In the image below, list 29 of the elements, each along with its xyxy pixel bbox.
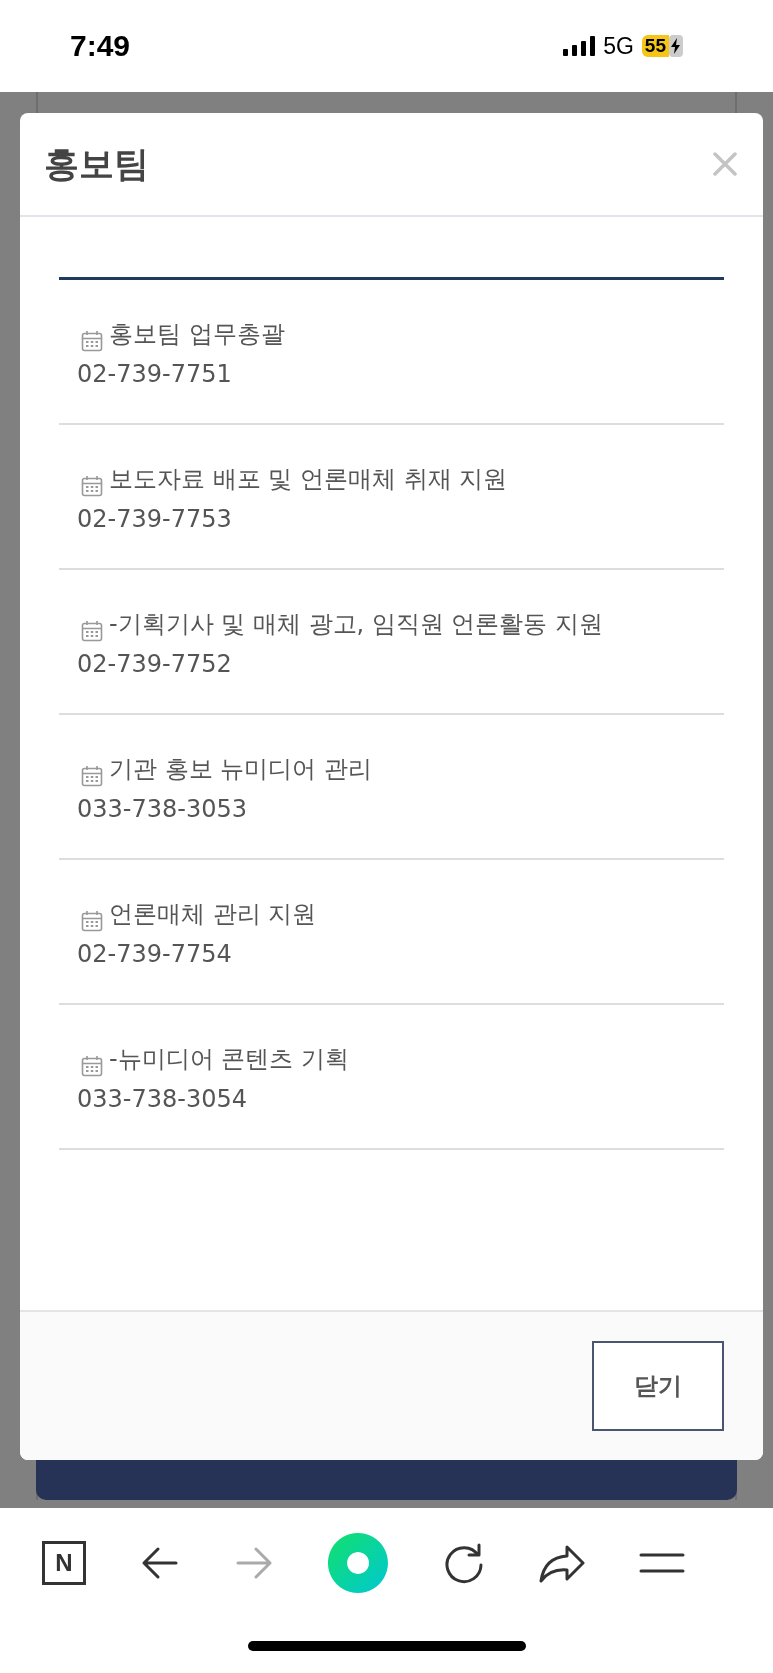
battery-indicator: 55 xyxy=(641,35,669,57)
duty-text: 홍보팀 업무총괄 xyxy=(109,319,285,350)
signal-icon xyxy=(563,36,596,56)
calendar-icon xyxy=(81,765,103,787)
calendar-icon xyxy=(81,910,103,932)
network-label: 5G xyxy=(603,32,634,60)
phone-number: 033-738-3054 xyxy=(77,1085,248,1113)
menu-icon[interactable] xyxy=(638,1553,685,1573)
calendar-icon xyxy=(81,1055,103,1077)
phone-number: 02-739-7753 xyxy=(77,505,233,533)
duty-text: 보도자료 배포 및 언론매체 취재 지원 xyxy=(109,464,508,495)
calendar-icon xyxy=(81,620,103,642)
status-time: 7:49 xyxy=(70,29,131,63)
phone-number: 033-738-3053 xyxy=(77,795,248,823)
refresh-icon[interactable] xyxy=(442,1542,485,1584)
home-button[interactable]: N xyxy=(42,1541,86,1585)
charging-icon xyxy=(669,35,685,57)
share-icon[interactable] xyxy=(538,1543,585,1583)
close-button[interactable]: 닫기 xyxy=(592,1341,724,1431)
duty-text: -뉴미디어 콘텐츠 기획 xyxy=(109,1044,349,1075)
duty-text: 기관 홍보 뉴미디어 관리 xyxy=(109,754,372,785)
duty-text: 언론매체 관리 지원 xyxy=(109,899,317,930)
phone-number: 02-739-7754 xyxy=(77,940,233,968)
phone-number: 02-739-7752 xyxy=(77,650,233,678)
modal-title: 홍보팀 xyxy=(44,142,149,186)
calendar-icon xyxy=(81,330,103,352)
duty-text: -기획기사 및 매체 광고, 임직원 언론활동 지원 xyxy=(109,609,604,640)
calendar-icon xyxy=(81,475,103,497)
phone-number: 02-739-7751 xyxy=(77,360,233,388)
